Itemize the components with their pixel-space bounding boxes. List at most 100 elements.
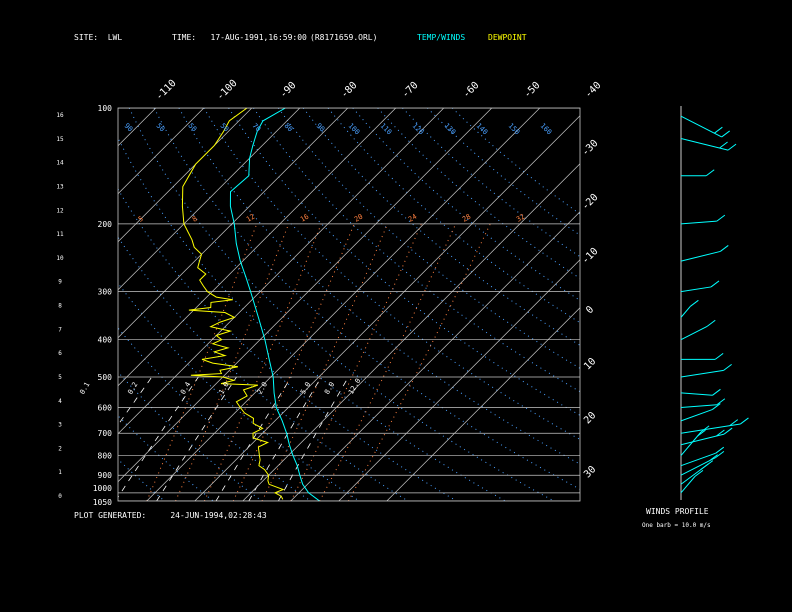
height-tick-label: 8: [58, 303, 62, 310]
height-tick-label: 10: [56, 255, 64, 262]
isotherm-label: -60: [461, 80, 482, 101]
mixing-ratio-label: 5.0: [299, 381, 312, 396]
isotherm-label: 30: [582, 464, 598, 480]
height-tick-label: 12: [56, 207, 64, 214]
pressure-label: 800: [98, 452, 113, 461]
height-tick-label: 4: [58, 398, 62, 405]
pressure-label: 200: [98, 220, 113, 229]
isotherm: [242, 163, 580, 501]
height-tick-label: 15: [56, 136, 64, 143]
pressure-label: 300: [98, 288, 113, 297]
wind-barb: [680, 392, 713, 396]
moist-adiabat: [261, 223, 389, 501]
pressure-label: 400: [98, 336, 113, 345]
wind-barb: [680, 433, 725, 446]
isotherm-label: -80: [339, 80, 360, 101]
dry-adiabat: [118, 371, 263, 501]
wind-barb: [680, 306, 691, 318]
isotherm: [118, 108, 157, 147]
pressure-label: 1050: [93, 498, 112, 507]
moist-adiabat-label: 12: [245, 213, 256, 224]
isotherm-label: 10: [582, 356, 598, 372]
isotherm: [118, 108, 253, 243]
height-tick-label: 9: [58, 279, 62, 286]
dry-adiabat-label: 120: [411, 122, 426, 137]
height-tick-label: 16: [56, 112, 64, 119]
winds-barb-note: One barb = 10.0 m/s: [642, 522, 711, 529]
wind-barb-flag: [740, 417, 749, 425]
dry-adiabat-label: 150: [507, 122, 522, 137]
pressure-label: 900: [98, 471, 113, 480]
winds-profile-title: WINDS PROFILE: [646, 507, 709, 516]
mixing-ratio-label: 8.0: [323, 381, 336, 396]
dry-adiabat: [402, 108, 580, 258]
isotherm: [118, 108, 445, 435]
wind-barb: [680, 286, 712, 293]
wind-barb-flag: [706, 319, 716, 327]
wind-barb-flag: [716, 214, 726, 222]
dry-adiabat: [228, 108, 580, 416]
moist-adiabat-label: 32: [515, 213, 526, 224]
temperature-profile: [229, 108, 320, 501]
height-tick-label: 0: [58, 493, 62, 500]
moist-adiabat-label: 8: [191, 215, 199, 224]
wind-barb-flag: [719, 141, 728, 149]
isotherm: [118, 108, 493, 483]
dry-adiabat: [118, 414, 214, 501]
pressure-label: 1000: [93, 484, 112, 493]
wind-barb: [680, 369, 724, 378]
isotherm-label: -40: [583, 80, 604, 101]
mixing-ratio-line: [0, 377, 89, 501]
mixing-ratio-label: 0.1: [78, 381, 91, 396]
height-tick-label: 5: [58, 374, 62, 381]
mixing-ratio-line: [118, 376, 120, 380]
wind-barb-flag: [721, 130, 730, 138]
moist-adiabat-label: 24: [407, 213, 418, 224]
pressure-label: 700: [98, 429, 113, 438]
isotherm: [0, 108, 60, 501]
height-tick-label: 13: [56, 183, 64, 190]
moist-adiabat: [175, 223, 290, 501]
isotherm-label: -100: [215, 78, 240, 103]
wind-barb-flag: [716, 398, 726, 406]
wind-barb-flag: [719, 245, 729, 252]
wind-barb: [680, 409, 713, 422]
dry-adiabat: [253, 108, 580, 393]
plot-frame: [117, 107, 581, 502]
moist-adiabat-label: 20: [353, 213, 364, 224]
isotherm: [338, 259, 580, 501]
dry-adiabat: [451, 108, 580, 215]
pressure-label: 500: [98, 373, 113, 382]
dry-adiabat: [377, 108, 580, 279]
dry-adiabat: [427, 108, 580, 236]
mixing-ratio-line: [118, 376, 153, 426]
isotherm: [0, 108, 12, 501]
mixing-ratio-line: [156, 376, 237, 501]
isotherm-label: -90: [278, 80, 299, 101]
dry-adiabat-label: 130: [443, 122, 458, 137]
isotherm: [0, 108, 108, 501]
isotherm: [290, 211, 580, 501]
height-tick-label: 6: [58, 350, 62, 357]
isotherm-label: 0: [584, 304, 596, 316]
wind-barb-flag: [727, 143, 737, 151]
dry-adiabat: [118, 188, 457, 501]
moist-adiabat: [290, 223, 422, 501]
isotherm-label: -30: [580, 138, 601, 159]
height-tick-label: 2: [58, 445, 62, 452]
plot-area: [0, 108, 580, 501]
dry-adiabat: [118, 236, 409, 501]
isotherm: [194, 115, 580, 501]
wind-barb-flag: [710, 280, 720, 288]
plot-generated: PLOT GENERATED: 24-JUN-1994,02:28:43: [74, 511, 267, 520]
isotherm-label: -70: [400, 80, 421, 101]
height-tick-label: 3: [58, 422, 62, 429]
moist-adiabat-label: 28: [461, 213, 472, 224]
isotherm: [118, 108, 205, 195]
wind-barb-flag: [714, 352, 724, 360]
height-tick-label: 14: [56, 160, 64, 167]
isotherm: [386, 307, 580, 501]
dry-adiabat: [118, 458, 165, 501]
height-tick-label: 7: [58, 326, 62, 333]
moist-adiabat: [347, 223, 491, 501]
